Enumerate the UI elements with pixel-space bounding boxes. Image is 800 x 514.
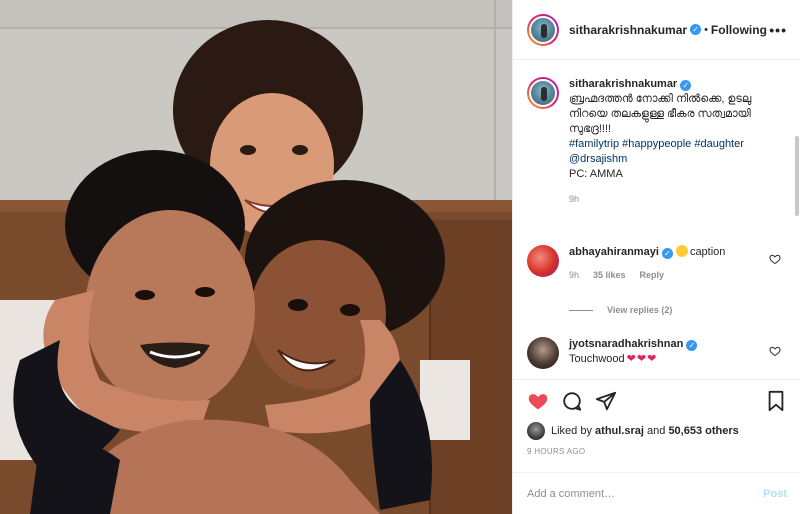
post-timestamp[interactable]: 9 HOURS AGO bbox=[527, 447, 585, 456]
verified-badge-icon: ✓ bbox=[680, 80, 692, 91]
liker-avatar[interactable] bbox=[527, 422, 545, 440]
caption-hashtags[interactable]: #familytrip #happypeople #daughter bbox=[569, 137, 769, 152]
post-photo[interactable] bbox=[0, 0, 512, 514]
share-icon[interactable] bbox=[595, 390, 617, 412]
family-photo-illustration bbox=[0, 0, 512, 514]
caption-username[interactable]: sitharakrishnakumar bbox=[569, 78, 677, 90]
crying-laughing-emoji-icon bbox=[675, 245, 688, 257]
post-caption: sitharakrishnakumar ✓ ബ്രഹ്മദത്തൻ നോക്കി … bbox=[527, 77, 789, 207]
comment-time[interactable]: 9h bbox=[569, 268, 579, 283]
commenter-avatar[interactable] bbox=[527, 337, 559, 369]
caption-credit: PC: AMMA bbox=[569, 168, 623, 180]
view-replies-line bbox=[569, 309, 593, 311]
broken-heart-emoji-icon: ❤❤❤ bbox=[626, 353, 658, 365]
likes-prefix: Liked by bbox=[551, 425, 592, 437]
post-header: sitharakrishnakumar ✓ • Following ••• bbox=[513, 0, 800, 60]
comments-scrollbar[interactable] bbox=[795, 136, 799, 216]
comment-icon[interactable] bbox=[561, 390, 583, 412]
more-options-icon[interactable]: ••• bbox=[769, 22, 787, 38]
like-comment-heart-icon[interactable] bbox=[769, 345, 781, 357]
comment-username[interactable]: abhayahiranmayi bbox=[569, 246, 659, 258]
comment-username[interactable]: jyotsnaradhakrishnan bbox=[569, 338, 683, 350]
add-comment-bar: Post bbox=[513, 472, 800, 514]
following-button[interactable]: Following bbox=[711, 23, 767, 37]
commenter-avatar[interactable] bbox=[527, 245, 559, 277]
likes-count-link[interactable]: 50,653 others bbox=[668, 425, 738, 437]
caption-avatar[interactable] bbox=[527, 77, 559, 109]
bookmark-icon[interactable] bbox=[765, 390, 787, 412]
liker-username[interactable]: athul.sraj bbox=[595, 425, 644, 437]
caption-time[interactable]: 9h bbox=[569, 192, 769, 207]
comments-scroll-area[interactable]: sitharakrishnakumar ✓ ബ്രഹ്മദത്തൻ നോക്കി … bbox=[513, 61, 800, 379]
author-username[interactable]: sitharakrishnakumar bbox=[569, 23, 687, 37]
verified-badge-icon: ✓ bbox=[661, 248, 673, 259]
likes-middle: and bbox=[647, 425, 666, 437]
header-separator: • bbox=[704, 23, 708, 36]
view-replies-button[interactable]: View replies (2) bbox=[569, 305, 672, 315]
post-side-panel: sitharakrishnakumar ✓ • Following ••• si… bbox=[512, 0, 800, 514]
view-replies-label: View replies (2) bbox=[607, 305, 673, 315]
instagram-post: sitharakrishnakumar ✓ • Following ••• si… bbox=[0, 0, 800, 514]
likes-summary: Liked by athul.sraj and 50,653 others bbox=[527, 422, 739, 440]
caption-text: ബ്രഹ്മദത്തൻ നോക്കി നിൽക്കെ, ഉടലു നിറയെ ത… bbox=[569, 93, 752, 135]
comment-input[interactable] bbox=[527, 487, 764, 500]
post-actions bbox=[513, 379, 800, 423]
comment-likes[interactable]: 35 likes bbox=[593, 268, 626, 283]
verified-badge-icon: ✓ bbox=[690, 24, 702, 35]
comment-text: Touchwood bbox=[569, 353, 625, 365]
comment-item: abhayahiranmayi ✓ caption 9h 35 likes Rep… bbox=[527, 245, 789, 283]
comment-reply-button[interactable]: Reply bbox=[640, 268, 665, 283]
caption-mention[interactable]: @drsajishm bbox=[569, 152, 769, 167]
author-avatar[interactable] bbox=[527, 13, 559, 46]
post-comment-button[interactable]: Post bbox=[763, 488, 787, 500]
heart-filled-icon[interactable] bbox=[527, 390, 549, 412]
comment-item: jyotsnaradhakrishnan ✓ Touchwood ❤❤❤ bbox=[527, 337, 789, 369]
like-comment-heart-icon[interactable] bbox=[769, 253, 781, 265]
comment-text: caption bbox=[689, 246, 726, 258]
verified-badge-icon: ✓ bbox=[686, 340, 698, 351]
